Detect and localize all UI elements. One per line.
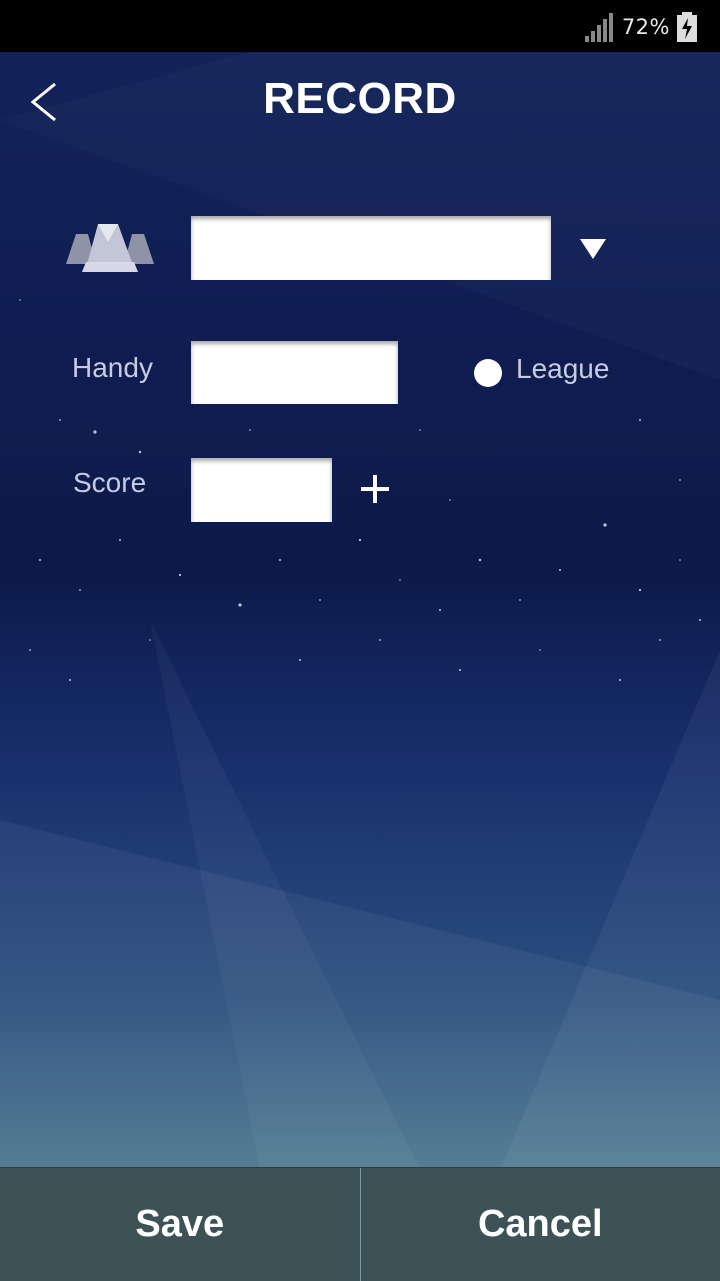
score-input[interactable] <box>191 458 332 522</box>
page-title: RECORD <box>0 74 720 124</box>
handy-label: Handy <box>72 352 153 384</box>
cancel-button[interactable]: Cancel <box>361 1168 720 1281</box>
player-dropdown-button[interactable] <box>576 234 610 264</box>
handy-input[interactable] <box>191 341 398 404</box>
battery-charging-icon <box>676 12 698 42</box>
league-label[interactable]: League <box>516 353 609 385</box>
starry-background <box>0 0 720 1280</box>
players-icon <box>62 218 158 276</box>
league-radio[interactable] <box>474 359 502 387</box>
status-icons: 72% <box>584 10 698 44</box>
battery-percent: 72% <box>622 15 670 39</box>
background-decoration <box>0 0 720 1280</box>
signal-icon <box>584 12 616 42</box>
header: RECORD <box>0 52 720 152</box>
status-bar: 72% <box>0 0 720 52</box>
add-score-button[interactable] <box>356 470 394 508</box>
action-bar: Save Cancel <box>0 1167 720 1281</box>
save-button[interactable]: Save <box>0 1168 360 1281</box>
triangle-down-icon <box>578 237 608 261</box>
score-label: Score <box>73 467 146 499</box>
player-name-input[interactable] <box>191 216 551 280</box>
plus-icon <box>359 473 391 505</box>
